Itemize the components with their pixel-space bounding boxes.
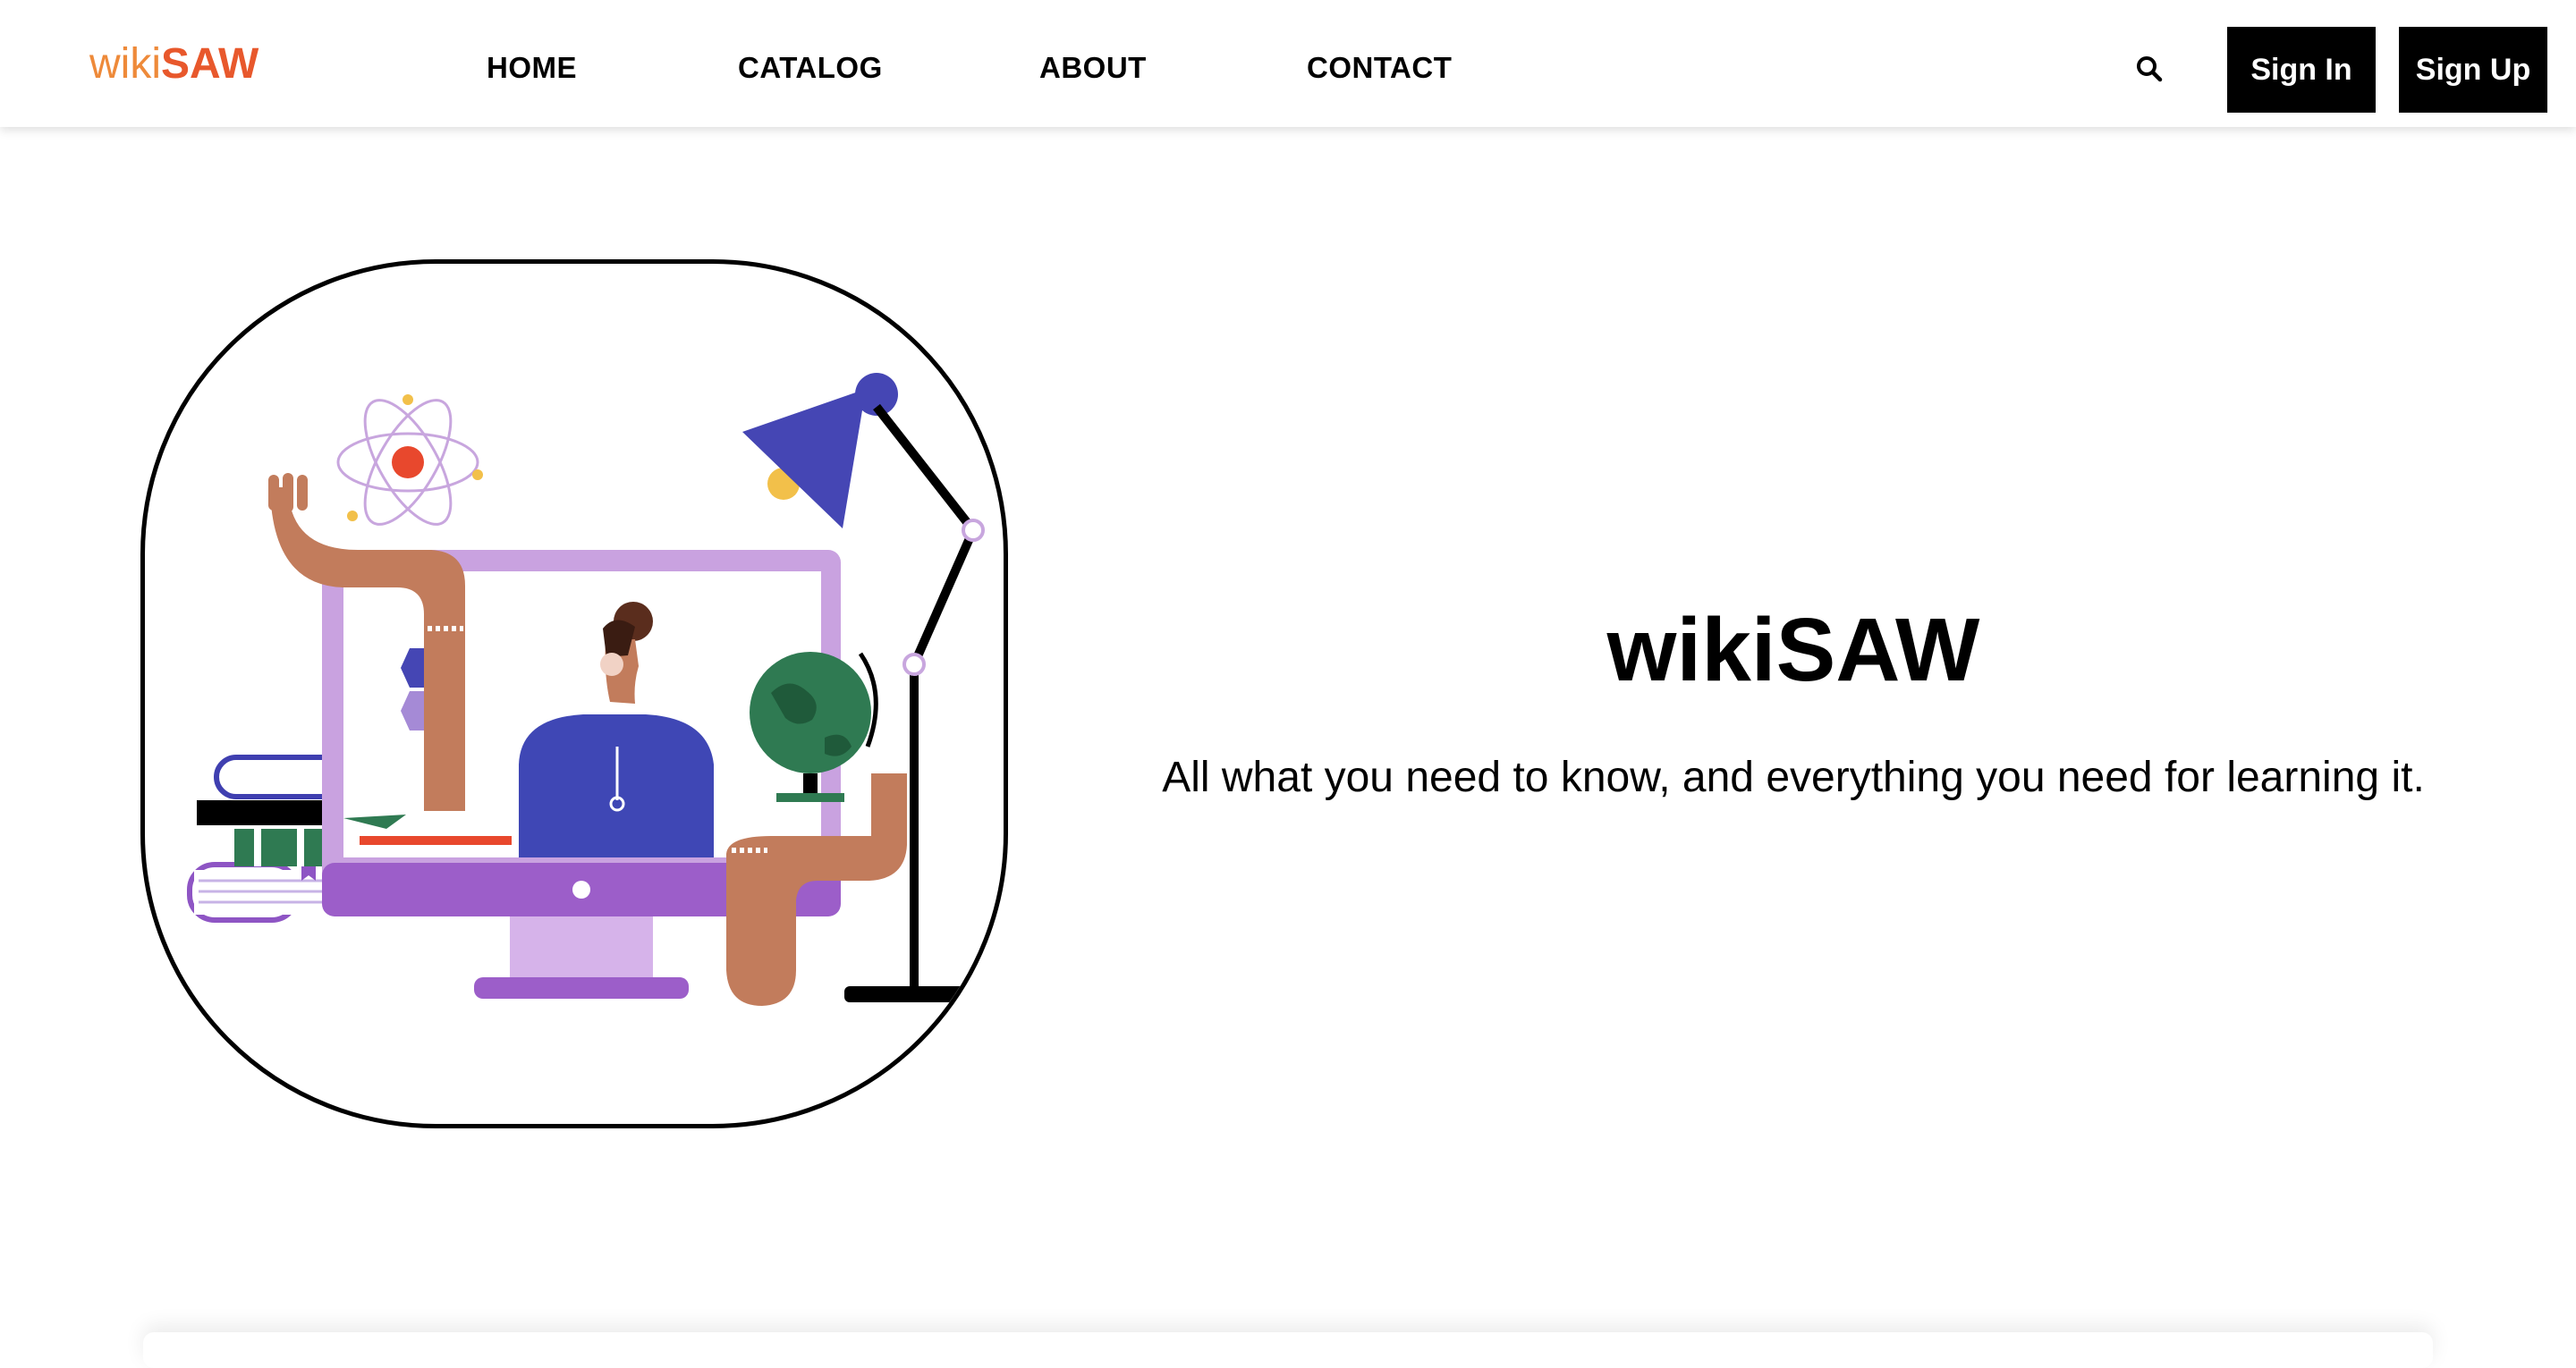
- online-learning-illustration: [187, 373, 985, 1006]
- nav-catalog-link[interactable]: CATALOG: [738, 50, 883, 86]
- atom-icon: [336, 394, 483, 526]
- sign-in-button[interactable]: Sign In: [2227, 27, 2376, 113]
- brand-logo[interactable]: wikiSAW: [89, 39, 258, 89]
- hero-image-frame: [140, 259, 1008, 1128]
- hero-tagline: All what you need to know, and everythin…: [1162, 754, 2425, 801]
- hero-title: wikiSAW: [1606, 600, 1980, 700]
- search-icon: [2137, 56, 2163, 82]
- nav-about-link[interactable]: ABOUT: [1039, 50, 1147, 86]
- search-button[interactable]: [2134, 54, 2165, 84]
- logo-prefix: wiki: [89, 40, 161, 88]
- sign-up-button[interactable]: Sign Up: [2399, 27, 2547, 113]
- nav-home-link[interactable]: HOME: [487, 50, 577, 86]
- top-navbar: wikiSAW HOME CATALOG ABOUT CONTACT Sign …: [0, 0, 2576, 127]
- next-section-edge: [143, 1332, 2433, 1368]
- nav-contact-link[interactable]: CONTACT: [1307, 50, 1452, 86]
- logo-suffix: SAW: [161, 40, 259, 88]
